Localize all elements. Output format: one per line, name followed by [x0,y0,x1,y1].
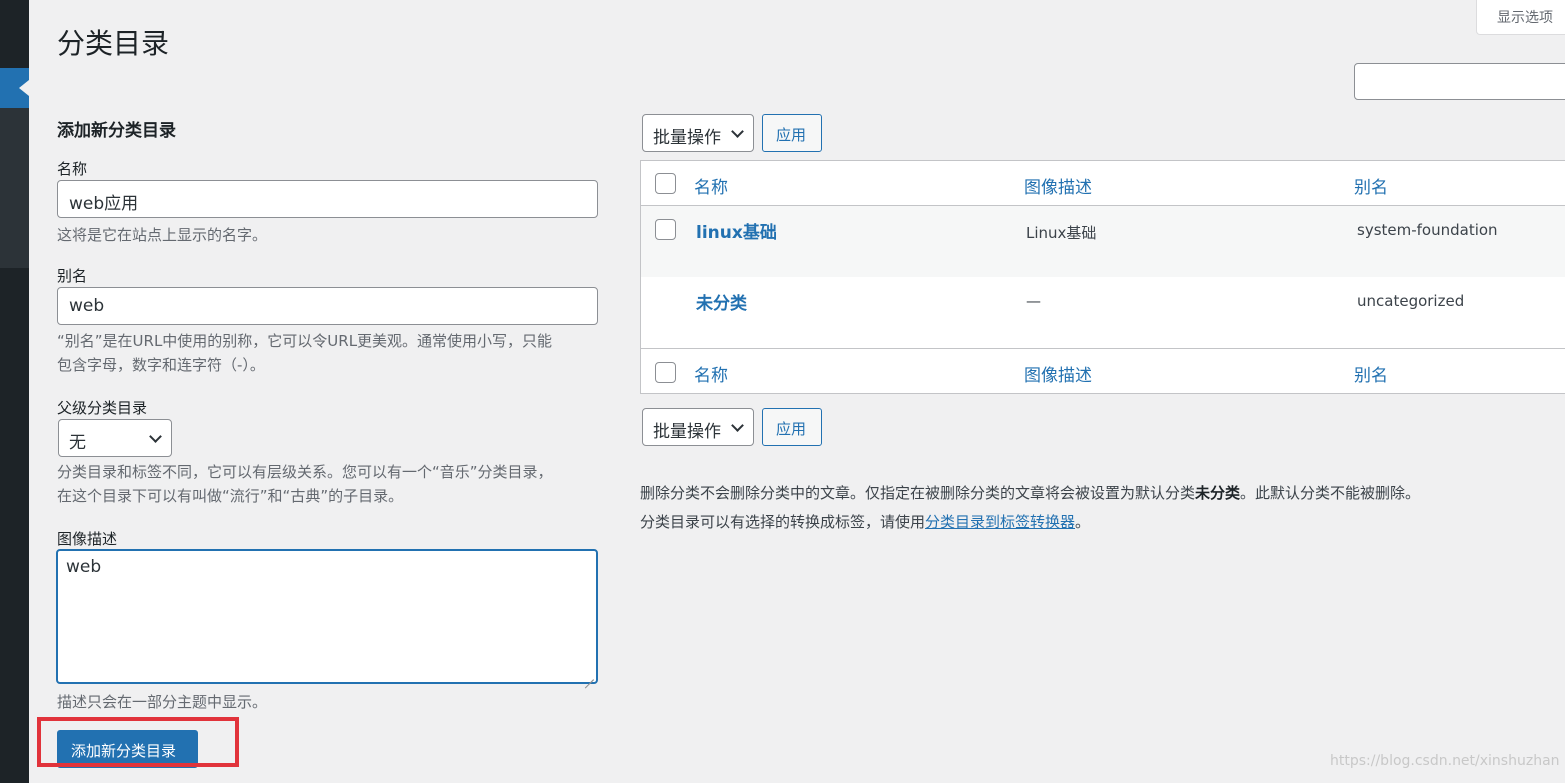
category-slug: system-foundation [1357,221,1498,239]
watermark: https://blog.csdn.net/xinshuzhan [1330,753,1560,769]
page-title: 分类目录 [57,27,170,60]
category-name-link[interactable]: 未分类 [696,289,747,314]
chevron-down-icon [731,419,744,432]
table-row: linux基础 Linux基础 system-foundation [641,206,1565,277]
search-input[interactable] [1354,63,1565,100]
current-menu-arrow-icon [19,80,29,96]
parent-help: 分类目录和标签不同，它可以有层级关系。您可以有一个“音乐”分类目录， 在这个目录… [57,460,597,508]
add-form-heading: 添加新分类目录 [57,121,176,141]
category-name-link[interactable]: linux基础 [696,218,777,243]
parent-select[interactable]: 无 [58,419,172,457]
categories-table: 名称 图像描述 别名 linux基础 Linux基础 system-founda… [640,160,1565,394]
slug-label: 别名 [57,267,88,285]
slug-help: “别名”是在URL中使用的别称，它可以令URL更美观。通常使用小写，只能 包含字… [57,329,597,377]
bulk-actions-select-top[interactable]: 批量操作 [642,114,754,152]
table-header-row: 名称 图像描述 别名 [641,161,1565,206]
column-description-footer[interactable]: 图像描述 [1024,361,1092,386]
description-textarea[interactable]: web [56,549,598,684]
apply-button-top[interactable]: 应用 [762,114,822,152]
description-label: 图像描述 [57,530,118,548]
highlight-annotation-box [37,717,239,767]
apply-button-bottom[interactable]: 应用 [762,408,822,446]
screen-options-button[interactable]: 显示选项 [1476,0,1565,35]
parent-label: 父级分类目录 [57,399,148,417]
chevron-down-icon [149,430,162,443]
description-value: web [66,557,102,577]
column-description-header[interactable]: 图像描述 [1024,173,1092,198]
column-slug-footer[interactable]: 别名 [1354,361,1388,386]
table-footer-row: 名称 图像描述 别名 [641,348,1565,394]
description-help: 描述只会在一部分主题中显示。 [57,693,268,711]
column-slug-header[interactable]: 别名 [1354,173,1388,198]
select-all-checkbox-bottom[interactable] [655,362,676,383]
parent-help-line-1: 分类目录和标签不同，它可以有层级关系。您可以有一个“音乐”分类目录， [57,463,553,481]
slug-help-line-1: “别名”是在URL中使用的别称，它可以令URL更美观。通常使用小写，只能 [57,332,553,350]
column-name-header[interactable]: 名称 [694,173,728,198]
bulk-actions-label: 批量操作 [653,422,721,442]
name-field[interactable]: web应用 [57,180,598,218]
category-description: — [1026,292,1041,310]
parent-select-value: 无 [69,433,86,453]
bulk-actions-select-bottom[interactable]: 批量操作 [642,408,754,446]
bulk-actions-label: 批量操作 [653,128,721,148]
slug-help-line-2: 包含字母，数字和连字符（-）。 [57,356,265,374]
category-slug: uncategorized [1357,292,1465,310]
resize-handle-icon[interactable] [584,670,594,680]
convert-note: 分类目录可以有选择的转换成标签，请使用分类目录到标签转换器。 [640,513,1091,531]
table-row: 未分类 — uncategorized [641,277,1565,348]
slug-field[interactable]: web [57,287,598,325]
chevron-down-icon [731,125,744,138]
admin-sidebar [0,0,29,783]
name-label: 名称 [57,160,88,178]
parent-help-line-2: 在这个目录下可以有叫做“流行”和“古典”的子目录。 [57,487,404,505]
row-checkbox[interactable] [655,219,676,240]
select-all-checkbox[interactable] [655,173,676,194]
name-help: 这将是它在站点上显示的名字。 [57,226,268,244]
admin-submenu [0,108,29,268]
column-name-footer[interactable]: 名称 [694,361,728,386]
delete-note: 删除分类不会删除分类中的文章。仅指定在被删除分类的文章将会被设置为默认分类未分类… [640,484,1421,502]
category-description: Linux基础 [1026,224,1097,242]
category-to-tag-converter-link[interactable]: 分类目录到标签转换器 [925,513,1075,531]
